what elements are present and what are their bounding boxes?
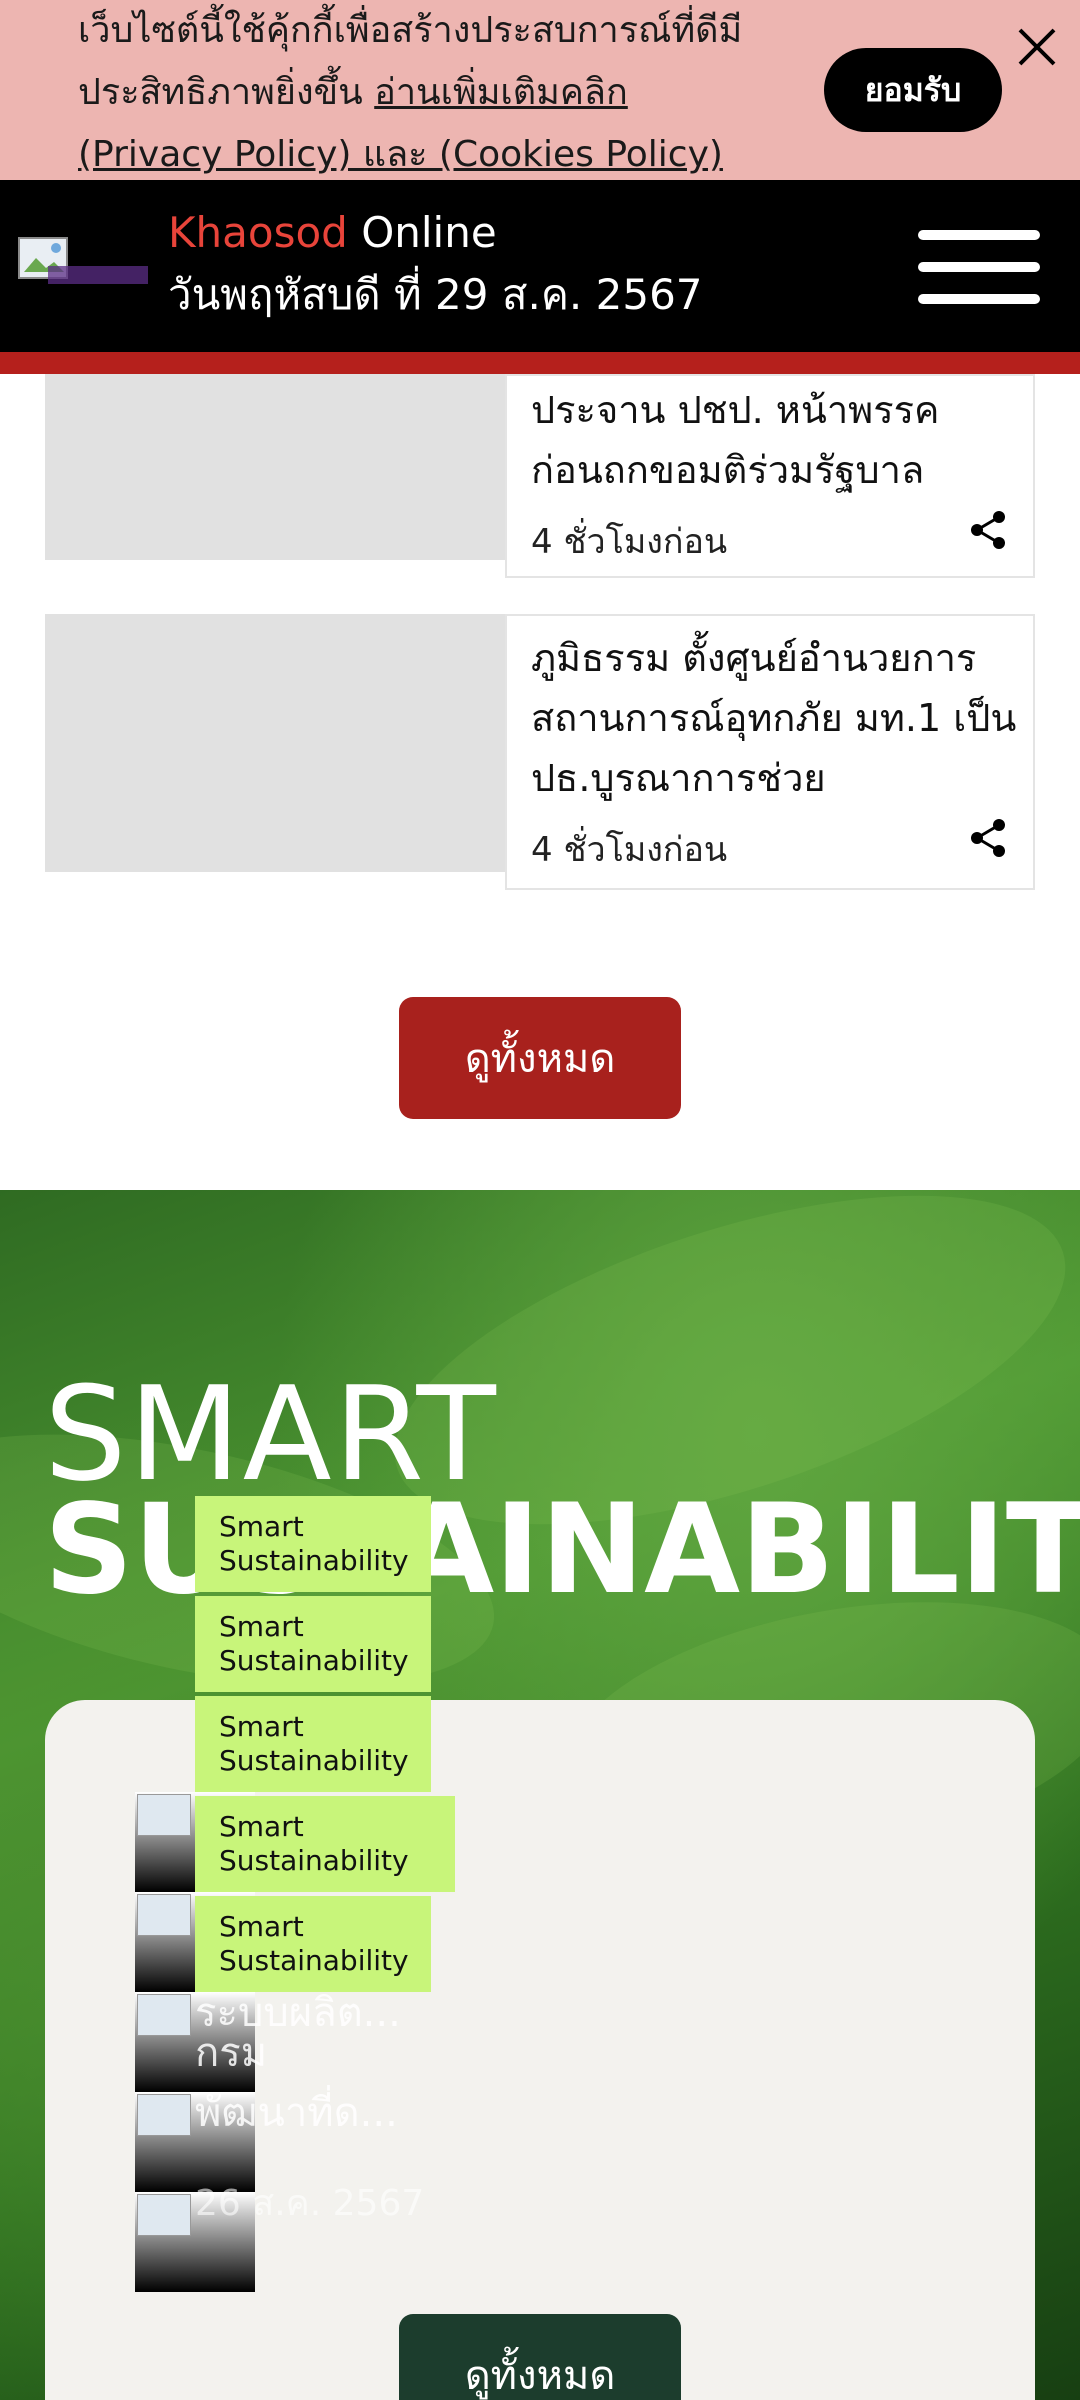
news-thumbnail[interactable] (45, 374, 505, 560)
cookie-line-3: (Privacy Policy) และ (Cookies Policy) (78, 124, 778, 186)
cookie-line-1: เว็บไซต์นี้ใช้คุ้กกี้เพื่อสร้างประสบการณ… (78, 10, 743, 51)
category-tag[interactable]: Smart Sustainability (195, 1596, 431, 1692)
news-item[interactable]: ประจาน ปชป. หน้าพรรค ก่อนถกขอมติร่วมรัฐบ… (45, 374, 1035, 578)
category-tag-label: Smart Sustainability (219, 1910, 409, 1977)
category-tag[interactable]: Smart Sustainability (195, 1896, 431, 1992)
news-time: 4 ชั่วโมงก่อน (531, 830, 728, 870)
news-card[interactable]: ประจาน ปชป. หน้าพรรค ก่อนถกขอมติร่วมรัฐบ… (505, 374, 1035, 578)
broken-image-icon (137, 1994, 191, 2036)
accept-cookies-button[interactable]: ยอมรับ (824, 48, 1002, 132)
article-title-overlap[interactable]: กรม (195, 2020, 267, 2084)
close-icon-glyph (1018, 28, 1056, 66)
broken-image-icon (18, 237, 148, 284)
news-thumbnail[interactable] (45, 614, 505, 872)
category-tag-label: Smart Sustainability (219, 1710, 409, 1777)
cookie-banner: เว็บไซต์นี้ใช้คุ้กกี้เพื่อสร้างประสบการณ… (0, 0, 1080, 180)
hamburger-icon[interactable] (918, 228, 1040, 308)
view-all-sustainability-button[interactable]: ดูทั้งหมด (399, 2314, 681, 2400)
view-all-news-button[interactable]: ดูทั้งหมด (399, 997, 681, 1119)
header-accent-stripe (0, 352, 1080, 374)
category-tag[interactable]: Smart Sustainability (195, 1696, 431, 1792)
share-icon[interactable] (967, 816, 1011, 860)
category-tag[interactable]: Smart Sustainability (195, 1496, 431, 1592)
broken-image-icon (137, 2094, 191, 2136)
category-tag-label: Smart Sustainability (219, 1510, 409, 1577)
broken-image-icon (137, 2194, 191, 2236)
category-tag[interactable]: Smart Sustainability (195, 1796, 455, 1892)
news-card[interactable]: ภูมิธรรม ตั้งศูนย์อำนวยการสถานการณ์อุทกภ… (505, 614, 1035, 890)
smart-sustainability-section: SMART SUSTAINABILITY ระบบผลิต... กรม พัฒ… (0, 1190, 1080, 2400)
brand-online: Online (361, 208, 497, 257)
article-date: 26 ส.ค. 2567 (195, 2183, 425, 2224)
brand-khaosod: Khaosod (168, 208, 348, 257)
news-title[interactable]: ประจาน ปชป. หน้าพรรค ก่อนถกขอมติร่วมรัฐบ… (531, 380, 1021, 500)
share-icon[interactable] (967, 508, 1011, 552)
broken-image-icon (137, 1794, 191, 1836)
cookie-message: เว็บไซต์นี้ใช้คุ้กกี้เพื่อสร้างประสบการณ… (78, 0, 778, 186)
cookie-line-2: ประสิทธิภาพยิ่งขึ้น อ่านเพิ่มเติมคลิก (78, 62, 778, 124)
header-date: วันพฤหัสบดี ที่ 29 ส.ค. 2567 (168, 270, 703, 319)
article-title-overlap[interactable]: พัฒนาที่ด... (195, 2080, 398, 2144)
news-item[interactable]: ภูมิธรรม ตั้งศูนย์อำนวยการสถานการณ์อุทกภ… (45, 614, 1035, 890)
news-title[interactable]: ภูมิธรรม ตั้งศูนย์อำนวยการสถานการณ์อุทกภ… (531, 628, 1021, 814)
privacy-policy-link[interactable]: (Privacy Policy) และ (Cookies Policy) (78, 134, 723, 175)
read-more-link[interactable]: อ่านเพิ่มเติมคลิก (374, 72, 628, 113)
broken-image-icon (137, 1894, 191, 1936)
news-time: 4 ชั่วโมงก่อน (531, 522, 728, 562)
close-icon[interactable] (1010, 20, 1064, 74)
category-tag-label: Smart Sustainability (219, 1610, 409, 1677)
site-logo[interactable] (18, 236, 150, 288)
cookie-line-2-prefix: ประสิทธิภาพยิ่งขึ้น (78, 72, 363, 113)
category-tag-label: Smart Sustainability (219, 1810, 409, 1877)
brand-name: Khaosod Online (168, 208, 497, 257)
